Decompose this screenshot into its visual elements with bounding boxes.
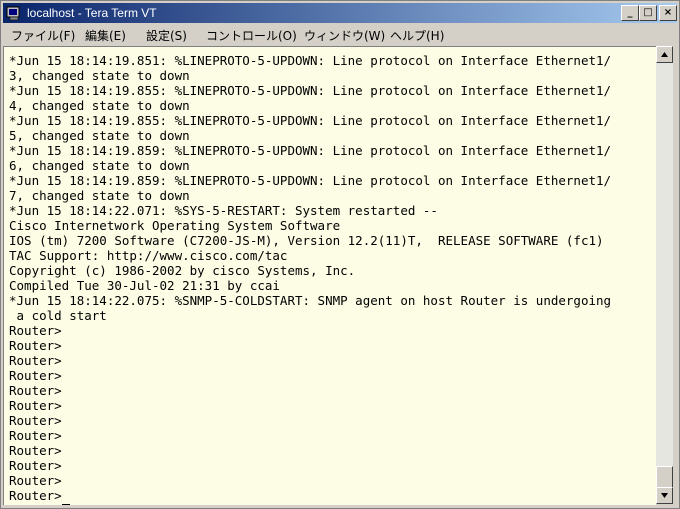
terminal-line: Cisco Internetwork Operating System Soft…	[9, 218, 341, 233]
terminal-line: Router>	[9, 338, 62, 353]
terminal-line: *Jun 15 18:14:19.855: %LINEPROTO-5-UPDOW…	[9, 83, 612, 98]
terminal-line: a cold start	[9, 308, 107, 323]
terminal-line: TAC Support: http://www.cisco.com/tac	[9, 248, 288, 263]
terminal-line: Router>	[9, 473, 62, 488]
terminal-line: 3, changed state to down	[9, 68, 190, 83]
terminal-line: Router>	[9, 443, 62, 458]
menu-bar: ファイル(F) 編集(E) 設定(S) コントロール(O) ウィンドウ(W) ヘ…	[3, 24, 677, 44]
arrow-down-icon	[661, 493, 668, 498]
terminal-line: Router>	[9, 428, 62, 443]
scroll-down-button[interactable]	[656, 487, 673, 504]
terminal-line: 5, changed state to down	[9, 128, 190, 143]
terminal-line: Router>	[9, 353, 62, 368]
terminal-line: 6, changed state to down	[9, 158, 190, 173]
menu-help[interactable]: ヘルプ(H)	[390, 27, 444, 44]
terminal-line: IOS (tm) 7200 Software (C7200-JS-M), Ver…	[9, 233, 604, 248]
terminal-line: Router>	[9, 413, 62, 428]
terminal-line: Router>	[9, 383, 62, 398]
terminal-line: Router>	[9, 458, 62, 473]
terminal-line: Copyright (c) 1986-2002 by cisco Systems…	[9, 263, 356, 278]
terminal-output[interactable]: *Jun 15 18:14:19.851: %LINEPROTO-5-UPDOW…	[3, 46, 656, 505]
terminal-line: *Jun 15 18:14:22.075: %SNMP-5-COLDSTART:…	[9, 293, 612, 308]
menu-window[interactable]: ウィンドウ(W)	[304, 27, 385, 44]
minimize-icon: _	[627, 7, 633, 18]
close-icon: ×	[663, 7, 673, 18]
terminal-line: Router>	[9, 398, 62, 413]
vertical-scrollbar[interactable]	[656, 46, 673, 504]
menu-settings[interactable]: 設定(S)	[146, 27, 187, 44]
terminal-line: *Jun 15 18:14:19.851: %LINEPROTO-5-UPDOW…	[9, 53, 612, 68]
terminal-line: Router>	[9, 488, 62, 503]
terminal-line: Router>	[9, 368, 62, 383]
terminal-line: *Jun 15 18:14:19.855: %LINEPROTO-5-UPDOW…	[9, 113, 612, 128]
maximize-button[interactable]: □	[639, 5, 657, 21]
maximize-icon: □	[643, 7, 653, 18]
arrow-up-icon	[661, 52, 668, 57]
terminal-line: Compiled Tue 30-Jul-02 21:31 by ccai	[9, 278, 280, 293]
menu-edit[interactable]: 編集(E)	[85, 27, 126, 44]
scroll-up-button[interactable]	[656, 46, 673, 63]
terminal-line: 7, changed state to down	[9, 188, 190, 203]
text-cursor	[61, 504, 70, 505]
terminal-window: localhost - Tera Term VT _ □ × ファイル(F) 編…	[0, 0, 680, 509]
menu-control[interactable]: コントロール(O)	[206, 27, 297, 44]
terminal-line: *Jun 15 18:14:19.859: %LINEPROTO-5-UPDOW…	[9, 143, 612, 158]
scroll-thumb[interactable]	[656, 466, 673, 488]
terminal-line: Router>	[9, 323, 62, 338]
menu-file[interactable]: ファイル(F)	[11, 27, 75, 44]
title-bar[interactable]: localhost - Tera Term VT _ □ ×	[3, 3, 677, 23]
close-button[interactable]: ×	[659, 5, 677, 21]
terminal-line: *Jun 15 18:14:22.071: %SYS-5-RESTART: Sy…	[9, 203, 438, 218]
teraterm-app-icon[interactable]	[6, 5, 22, 21]
terminal-line: *Jun 15 18:14:19.859: %LINEPROTO-5-UPDOW…	[9, 173, 612, 188]
window-title: localhost - Tera Term VT	[27, 6, 157, 20]
terminal-line: Router>	[9, 503, 70, 505]
terminal-line: 4, changed state to down	[9, 98, 190, 113]
minimize-button[interactable]: _	[621, 5, 639, 21]
